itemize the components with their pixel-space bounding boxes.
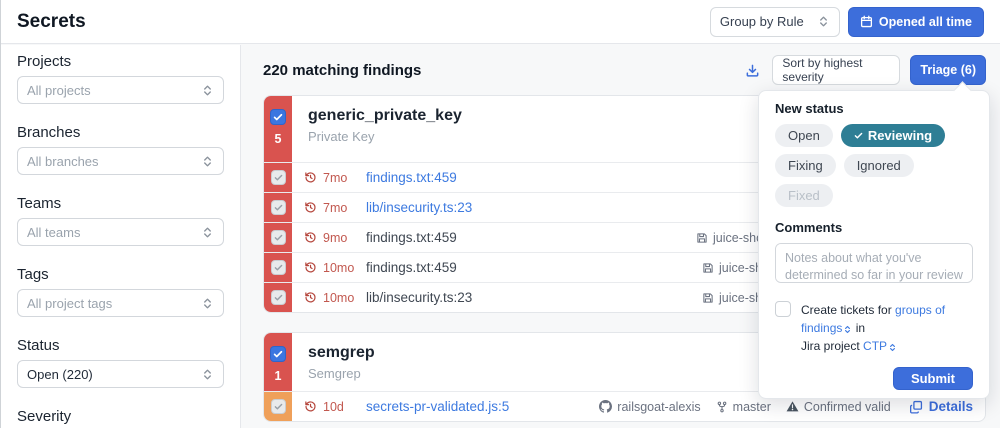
check-icon bbox=[854, 131, 863, 140]
chevron-up-down-icon bbox=[817, 15, 830, 28]
severity-cell bbox=[264, 223, 292, 252]
details-icon bbox=[909, 400, 923, 414]
row-checkbox[interactable] bbox=[271, 170, 286, 185]
branches-filter-select[interactable]: All branches bbox=[17, 147, 224, 175]
download-icon[interactable] bbox=[743, 61, 762, 80]
projects-filter-select[interactable]: All projects bbox=[17, 76, 224, 104]
severity-cell bbox=[264, 163, 292, 192]
new-status-label: New status bbox=[775, 101, 973, 116]
history-icon bbox=[304, 291, 317, 304]
group-by-select[interactable]: Group by Rule bbox=[710, 7, 840, 37]
warning-icon bbox=[786, 400, 799, 413]
jira-project-select[interactable]: CTP bbox=[863, 339, 897, 353]
submit-button[interactable]: Submit bbox=[893, 367, 973, 390]
history-icon bbox=[304, 400, 317, 413]
chevron-up-down-icon bbox=[843, 325, 852, 334]
rule-name: generic_private_key bbox=[308, 107, 462, 125]
validation-status: Confirmed valid bbox=[804, 400, 891, 414]
fork-icon bbox=[716, 401, 728, 413]
row-checkbox[interactable] bbox=[271, 399, 286, 414]
create-tickets-text: Create tickets for groups of findings in… bbox=[801, 301, 973, 355]
finding-age: 10mo bbox=[323, 261, 358, 275]
status-pill-reviewing[interactable]: Reviewing bbox=[841, 124, 945, 147]
chevron-up-down-icon bbox=[201, 84, 214, 97]
row-checkbox[interactable] bbox=[271, 290, 286, 305]
history-icon bbox=[304, 201, 317, 214]
severity-filter-label: Severity bbox=[17, 408, 224, 425]
group-by-value: Group by Rule bbox=[720, 14, 804, 29]
finding-age: 9mo bbox=[323, 231, 358, 245]
repo-name: railsgoat-alexis bbox=[617, 400, 700, 414]
page-title: Secrets bbox=[17, 11, 86, 33]
severity-cell bbox=[264, 283, 292, 312]
chevron-up-down-icon bbox=[201, 155, 214, 168]
status-pill-ignored[interactable]: Ignored bbox=[844, 154, 914, 177]
group-checkbox[interactable] bbox=[270, 346, 286, 362]
teams-filter-select[interactable]: All teams bbox=[17, 218, 224, 246]
matching-findings-count: 220 matching findings bbox=[263, 62, 421, 79]
group-count: 5 bbox=[275, 132, 282, 146]
severity-cell: 1 bbox=[264, 333, 292, 391]
finding-file-link[interactable]: findings.txt:459 bbox=[366, 260, 457, 275]
repo-icon bbox=[696, 232, 708, 244]
details-button[interactable]: Details bbox=[909, 399, 973, 414]
sort-select[interactable]: Sort by highest severity bbox=[772, 55, 900, 85]
date-filter-button[interactable]: Opened all time bbox=[848, 7, 984, 37]
chevron-up-down-icon bbox=[201, 368, 214, 381]
status-pill-fixing[interactable]: Fixing bbox=[775, 154, 836, 177]
group-count: 1 bbox=[275, 369, 282, 383]
row-checkbox[interactable] bbox=[271, 200, 286, 215]
finding-file-link[interactable]: lib/insecurity.ts:23 bbox=[366, 200, 472, 215]
rule-name: semgrep bbox=[308, 344, 375, 362]
finding-age: 10mo bbox=[323, 291, 358, 305]
finding-file-link[interactable]: findings.txt:459 bbox=[366, 230, 457, 245]
projects-filter-label: Projects bbox=[17, 53, 224, 70]
filter-sidebar: Projects All projects Branches All branc… bbox=[1, 45, 241, 428]
branch-name: master bbox=[733, 400, 771, 414]
severity-cell bbox=[264, 392, 292, 421]
comments-label: Comments bbox=[775, 220, 973, 235]
triage-button[interactable]: Triage (6) bbox=[910, 55, 986, 85]
status-filter-label: Status bbox=[17, 337, 224, 354]
finding-file-link[interactable]: secrets-pr-validated.js:5 bbox=[366, 399, 509, 414]
top-header: Secrets Group by Rule Opened all time bbox=[1, 0, 1000, 44]
finding-age: 7mo bbox=[323, 171, 358, 185]
history-icon bbox=[304, 171, 317, 184]
github-icon bbox=[599, 400, 612, 413]
status-pill-group: Open ReviewingFixing Ignored Fixed bbox=[775, 124, 973, 207]
chevron-up-down-icon bbox=[888, 343, 897, 352]
create-tickets-checkbox[interactable] bbox=[775, 301, 791, 317]
finding-file-link[interactable]: findings.txt:459 bbox=[366, 170, 457, 185]
finding-age: 7mo bbox=[323, 201, 358, 215]
history-icon bbox=[304, 261, 317, 274]
comments-input[interactable] bbox=[775, 243, 973, 283]
row-checkbox[interactable] bbox=[271, 230, 286, 245]
teams-filter-label: Teams bbox=[17, 195, 224, 212]
group-checkbox[interactable] bbox=[270, 109, 286, 125]
status-pill-open[interactable]: Open bbox=[775, 124, 833, 147]
repo-icon bbox=[702, 262, 714, 274]
chevron-up-down-icon bbox=[201, 297, 214, 310]
repo-icon bbox=[702, 292, 714, 304]
severity-cell bbox=[264, 193, 292, 222]
chevron-up-down-icon bbox=[201, 226, 214, 239]
rule-type: Semgrep bbox=[308, 366, 375, 381]
history-icon bbox=[304, 231, 317, 244]
tags-filter-label: Tags bbox=[17, 266, 224, 283]
severity-cell bbox=[264, 253, 292, 282]
finding-file-link[interactable]: lib/insecurity.ts:23 bbox=[366, 290, 472, 305]
branches-filter-label: Branches bbox=[17, 124, 224, 141]
status-pill-fixed: Fixed bbox=[775, 184, 833, 207]
triage-popover: New status Open ReviewingFixing Ignored Fix… bbox=[758, 90, 990, 399]
finding-age: 10d bbox=[323, 400, 358, 414]
rule-type: Private Key bbox=[308, 129, 462, 144]
tags-filter-select[interactable]: All project tags bbox=[17, 289, 224, 317]
status-filter-select[interactable]: Open (220) bbox=[17, 360, 224, 388]
severity-cell: 5 bbox=[264, 96, 292, 162]
row-checkbox[interactable] bbox=[271, 260, 286, 275]
calendar-icon bbox=[860, 15, 873, 28]
